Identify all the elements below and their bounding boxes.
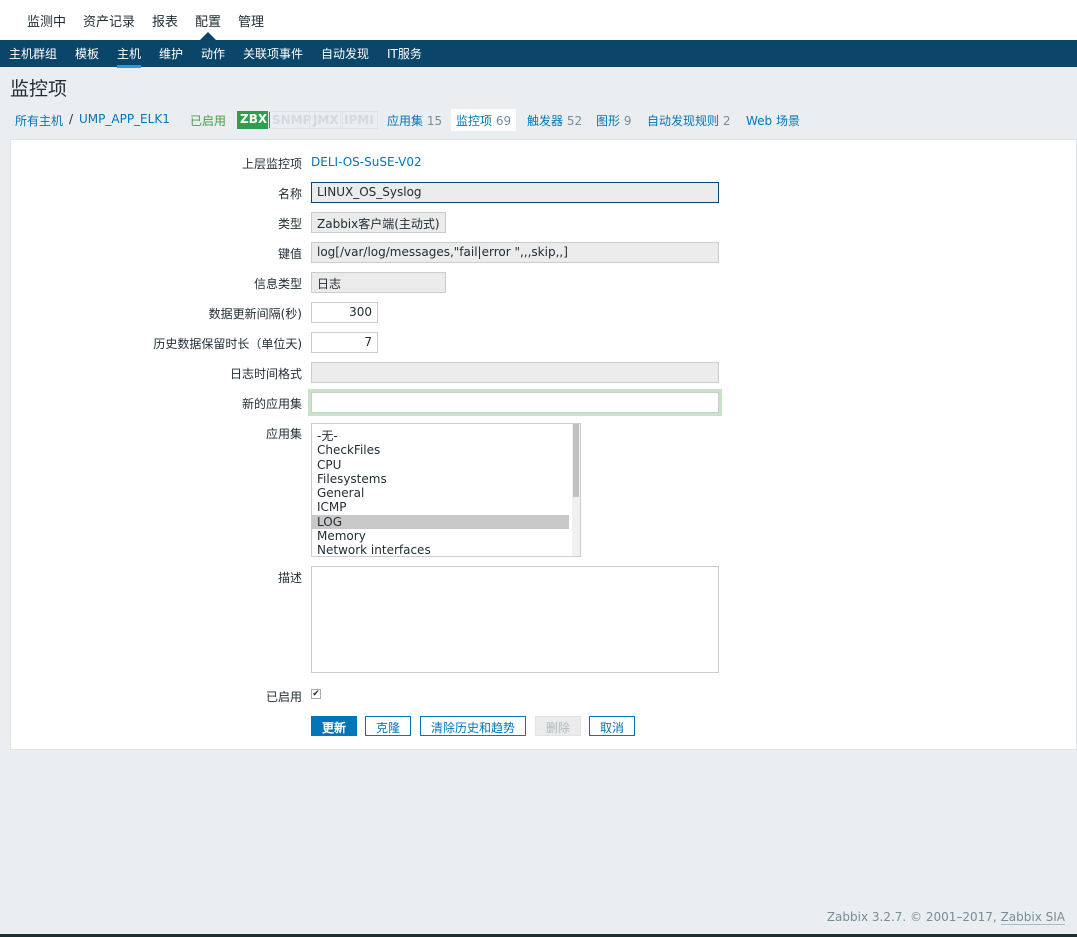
- page-title: 监控项: [10, 78, 68, 100]
- list-option[interactable]: ICMP: [312, 500, 569, 514]
- interval-input[interactable]: 300: [311, 302, 378, 323]
- ipmi-badge: IPMI: [340, 111, 378, 129]
- tab-label: 触发器: [527, 114, 564, 128]
- type-label: 类型: [277, 217, 302, 231]
- tab-triggers[interactable]: 触发器 52: [527, 112, 582, 129]
- tab-count: 69: [495, 114, 512, 128]
- applications-label: 应用集: [265, 427, 302, 441]
- tab-label: 图形: [596, 114, 621, 128]
- tab-graphs[interactable]: 图形 9: [596, 112, 631, 129]
- history-input[interactable]: 7: [311, 332, 378, 353]
- breadcrumb-separator: /: [69, 112, 74, 126]
- host-status[interactable]: 已启用: [190, 112, 226, 129]
- list-option[interactable]: Network interfaces: [312, 543, 569, 556]
- list-option[interactable]: -无-: [312, 429, 569, 443]
- nav-hosts[interactable]: 主机: [117, 45, 142, 68]
- tab-label: 自动发现规则: [647, 114, 720, 128]
- nav-actions[interactable]: 动作: [201, 45, 225, 62]
- breadcrumb-host[interactable]: UMP_APP_ELK1: [79, 112, 170, 126]
- menu-monitoring[interactable]: 监测中: [27, 11, 66, 30]
- menu-administration[interactable]: 管理: [238, 11, 264, 30]
- parent-item-link[interactable]: DELI-OS-SuSE-V02: [311, 155, 422, 169]
- info-type-label: 信息类型: [253, 277, 302, 291]
- active-menu-caret: [200, 32, 216, 40]
- parent-item-label: 上层监控项: [241, 157, 302, 171]
- list-option[interactable]: CheckFiles: [312, 443, 569, 457]
- key-label: 键值: [277, 247, 302, 261]
- footer-link[interactable]: Zabbix SIA: [1000, 910, 1065, 925]
- sub-menu-bar: 主机群组 模板 主机 维护 动作 关联项事件 自动发现 IT服务: [0, 40, 1077, 68]
- tab-label: 监控项: [456, 114, 493, 128]
- tab-count: 2: [722, 114, 731, 128]
- log-time-format-label: 日志时间格式: [229, 367, 302, 381]
- new-application-input[interactable]: [311, 392, 719, 413]
- nav-maintenance[interactable]: 维护: [159, 45, 183, 62]
- menu-configuration[interactable]: 配置: [195, 11, 221, 30]
- type-field: Zabbix客户端(主动式): [311, 212, 446, 233]
- tab-applications[interactable]: 应用集 15: [387, 112, 442, 129]
- list-option[interactable]: Filesystems: [312, 472, 569, 486]
- tab-web-scenarios[interactable]: Web 场景: [746, 112, 800, 129]
- list-option[interactable]: CPU: [312, 458, 569, 472]
- top-menu-bar: 监测中 资产记录 报表 配置 管理: [0, 0, 1077, 40]
- tab-label: 应用集: [387, 114, 424, 128]
- interval-label: 数据更新间隔(秒): [208, 307, 302, 321]
- enabled-label: 已启用: [265, 690, 302, 704]
- enabled-checkbox[interactable]: ✔: [311, 689, 321, 699]
- delete-button: 删除: [535, 716, 582, 736]
- info-type-field: 日志: [311, 272, 446, 293]
- nav-it-services[interactable]: IT服务: [387, 45, 422, 62]
- tab-count: 52: [566, 114, 583, 128]
- new-application-label: 新的应用集: [241, 397, 302, 411]
- list-option[interactable]: General: [312, 486, 569, 500]
- footer-text: Zabbix 3.2.7. © 2001–2017,: [826, 910, 1001, 924]
- nav-discovery[interactable]: 自动发现: [321, 45, 369, 62]
- key-field: log[/var/log/messages,"fail|error ",,,sk…: [311, 242, 719, 263]
- name-label: 名称: [277, 187, 302, 201]
- description-label: 描述: [277, 571, 302, 585]
- listbox-scrollbar[interactable]: [572, 424, 580, 556]
- tab-discovery-rules[interactable]: 自动发现规则 2: [647, 112, 730, 129]
- menu-reports[interactable]: 报表: [152, 11, 178, 30]
- update-button[interactable]: 更新: [311, 716, 358, 736]
- name-field[interactable]: LINUX_OS_Syslog: [311, 182, 719, 203]
- history-label: 历史数据保留时长（单位天): [153, 337, 302, 351]
- footer: Zabbix 3.2.7. © 2001–2017, Zabbix SIA: [826, 910, 1065, 925]
- zbx-badge: ZBX: [237, 111, 271, 129]
- tab-count: 15: [426, 114, 443, 128]
- cancel-button[interactable]: 取消: [589, 716, 636, 736]
- clone-button[interactable]: 克隆: [365, 716, 412, 736]
- list-option[interactable]: Memory: [312, 529, 569, 543]
- nav-correlation[interactable]: 关联项事件: [243, 45, 303, 62]
- nav-templates[interactable]: 模板: [75, 45, 99, 62]
- nav-host-groups[interactable]: 主机群组: [9, 45, 57, 62]
- log-time-format-field: [311, 362, 719, 383]
- tab-items[interactable]: 监控项 69: [451, 109, 517, 131]
- list-option-selected[interactable]: LOG: [312, 514, 569, 530]
- breadcrumb-all-hosts[interactable]: 所有主机: [15, 112, 63, 129]
- tab-count: 9: [623, 114, 632, 128]
- applications-listbox[interactable]: -无- CheckFiles CPU Filesystems General I…: [311, 423, 581, 557]
- menu-inventory[interactable]: 资产记录: [83, 11, 135, 30]
- clear-history-button[interactable]: 清除历史和趋势: [420, 716, 527, 736]
- jmx-badge: JMX: [309, 111, 343, 129]
- description-textarea[interactable]: [311, 566, 719, 673]
